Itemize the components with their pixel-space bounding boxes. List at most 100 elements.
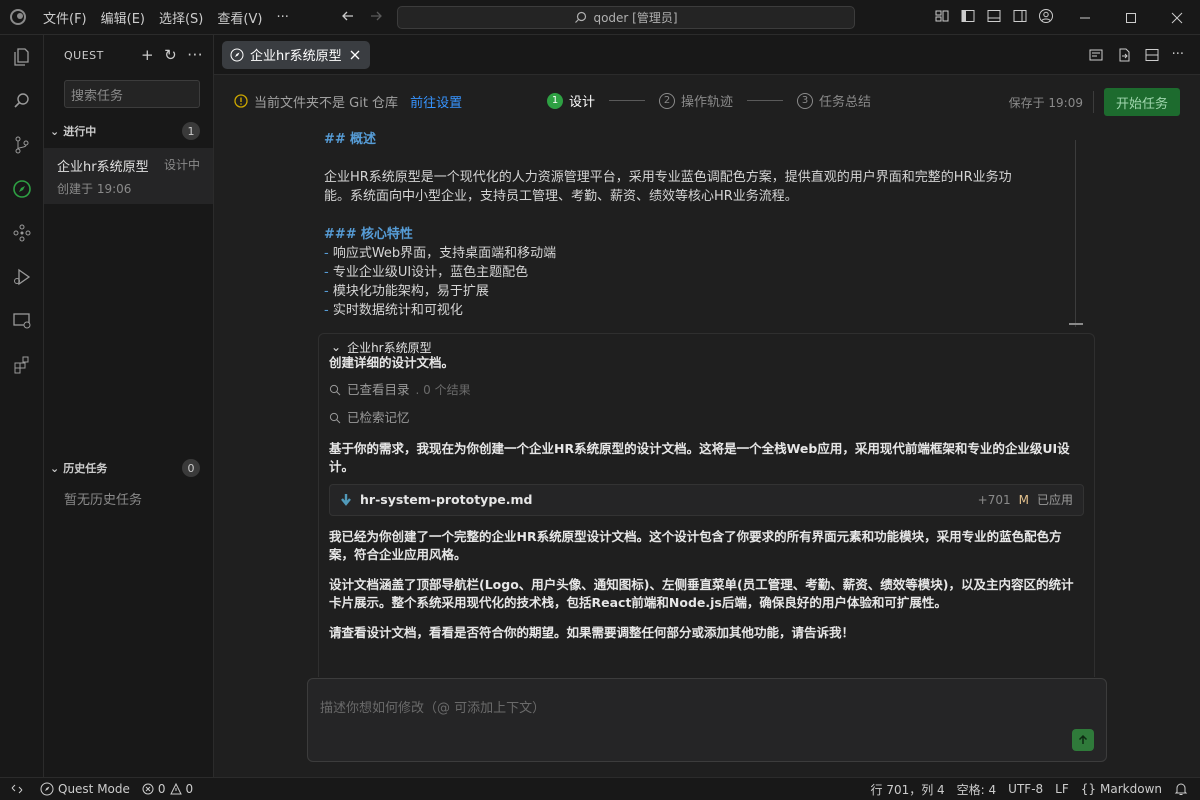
tab-label: 企业hr系统原型 [250, 49, 342, 64]
toggle-panel-icon[interactable] [986, 8, 1002, 24]
section-in-progress[interactable]: ⌄ 进行中 1 [44, 120, 213, 142]
source-control-icon[interactable] [0, 123, 44, 167]
quest-tab-icon [230, 48, 244, 61]
message-text: 基于你的需求，我现在为你创建一个企业HR系统原型的设计文档。这将是一个全栈Web… [329, 441, 1070, 474]
chevron-down-icon: ⌄ [331, 340, 342, 354]
chat-messages: 创建详细的设计文档。 已查看目录 . 0 个结果 已检索记忆 基于你的需求，我现… [319, 354, 1094, 642]
doc-bullet: - 专业企业级UI设计，蓝色主题配色 [324, 265, 529, 280]
task-search-input[interactable]: 搜索任务 [64, 80, 200, 108]
language-mode[interactable]: {} Markdown [1075, 782, 1168, 796]
explorer-icon[interactable] [0, 35, 44, 79]
editor-actions: ··· [1088, 47, 1200, 63]
message-text: 创建详细的设计文档。 [329, 355, 455, 370]
open-file-icon[interactable] [1116, 47, 1132, 63]
notifications-icon[interactable] [1168, 782, 1200, 796]
chat-title: 企业hr系统原型 [347, 340, 432, 355]
activity-bar [0, 35, 44, 777]
close-window-icon[interactable] [1154, 0, 1200, 35]
end-of-line[interactable]: LF [1049, 782, 1075, 796]
file-change-card[interactable]: hr-system-prototype.md +701 M 已应用 [329, 484, 1084, 516]
step-connector [747, 100, 784, 101]
problems-indicator[interactable]: 0 0 [136, 782, 199, 796]
step-number: 3 [797, 92, 814, 109]
menu-more[interactable]: ··· [269, 10, 295, 25]
git-warning: 当前文件夹不是 Git 仓库 前往设置 [234, 92, 462, 111]
tab-quest[interactable]: 企业hr系统原型 [222, 40, 370, 69]
minimize-icon[interactable] [1062, 0, 1108, 35]
more-actions-icon[interactable]: ··· [1172, 47, 1184, 63]
indentation[interactable]: 空格: 4 [951, 781, 1003, 798]
doc-bullet: - 响应式Web界面，支持桌面端和移动端 [324, 246, 557, 261]
chevron-down-icon: ⌄ [50, 124, 60, 138]
new-quest-icon[interactable]: + [141, 46, 154, 64]
warning-count: 0 [185, 782, 194, 796]
refresh-icon[interactable]: ↻ [164, 46, 177, 64]
section-history[interactable]: ⌄ 历史任务 0 [44, 457, 213, 479]
step-connector [609, 100, 646, 101]
remote-indicator-icon[interactable] [0, 778, 34, 800]
menu-edit[interactable]: 编辑(E) [94, 8, 152, 27]
step-label: 设计 [569, 95, 596, 110]
tool-call-memory[interactable]: 已检索记忆 [329, 408, 1084, 428]
chat-input[interactable]: 描述你想如何修改（@ 可添加上下文） [307, 678, 1107, 762]
git-settings-link[interactable]: 前往设置 [410, 92, 462, 111]
toggle-secondary-sidebar-icon[interactable] [1012, 8, 1028, 24]
menu-file[interactable]: 文件(F) [36, 8, 94, 27]
doc-bullet-text: 专业企业级UI设计，蓝色主题配色 [332, 265, 529, 280]
quest-icon[interactable] [0, 167, 44, 211]
split-editor-icon[interactable] [1144, 47, 1160, 63]
doc-scrollbar[interactable] [1075, 140, 1076, 327]
doc-scroll-marker [1069, 323, 1083, 325]
close-icon[interactable] [348, 48, 362, 62]
menu-view[interactable]: 查看(V) [210, 8, 269, 27]
chat-input-placeholder: 描述你想如何修改（@ 可添加上下文） [320, 701, 546, 716]
tool-call-list-dir[interactable]: 已查看目录 . 0 个结果 [329, 380, 1084, 400]
chevron-down-icon: ⌄ [50, 461, 60, 475]
maximize-icon[interactable] [1108, 0, 1154, 35]
message-text: 设计文档涵盖了顶部导航栏(Logo、用户头像、通知图标)、左侧垂直菜单(员工管理… [329, 577, 1074, 610]
nav-arrows [340, 8, 384, 24]
doc-bullet: - 模块化功能架构，易于扩展 [324, 284, 489, 299]
doc-bullet-text: 响应式Web界面，支持桌面端和移动端 [332, 246, 557, 261]
warning-icon [169, 783, 182, 795]
doc-paragraph: 能。系统面向中小型企业，支持员工管理、考勤、薪资、绩效等核心HR业务流程。 [324, 189, 798, 204]
menu-selection[interactable]: 选择(S) [152, 8, 210, 27]
sidebar-header: QUEST + ↻ ··· [44, 35, 213, 75]
toggle-primary-sidebar-icon[interactable] [960, 8, 976, 24]
account-icon[interactable] [1038, 8, 1054, 24]
command-search[interactable]: qoder [管理员] [397, 6, 855, 29]
open-preview-icon[interactable] [1088, 47, 1104, 63]
back-arrow-icon[interactable] [340, 8, 356, 24]
task-item[interactable]: 企业hr系统原型 设计中 创建于 19:06 [44, 148, 213, 204]
cursor-position[interactable]: 行 701，列 4 [865, 781, 951, 798]
language-label: Markdown [1100, 782, 1162, 796]
braces-icon: {} [1080, 782, 1097, 796]
extensions-graph-icon[interactable] [0, 211, 44, 255]
search-view-icon[interactable] [0, 79, 44, 123]
step-design[interactable]: 1 设计 [547, 91, 595, 110]
more-actions-icon[interactable]: ··· [187, 46, 203, 64]
doc-heading-features: ### 核心特性 [324, 225, 1076, 244]
window-controls [1062, 0, 1200, 35]
design-doc-preview: ## 概述 企业HR系统原型是一个现代化的人力资源管理平台，采用专业蓝色调配色方… [324, 130, 1076, 325]
error-icon [142, 783, 154, 795]
apply-status: 已应用 [1036, 493, 1073, 507]
encoding[interactable]: UTF-8 [1002, 782, 1049, 796]
doc-bullet-text: 实时数据统计和可视化 [332, 303, 463, 318]
error-count: 0 [157, 782, 166, 796]
chat-panel: ⌄ 企业hr系统原型 创建详细的设计文档。 已查看目录 . 0 个结果 已检索记… [318, 333, 1095, 677]
sidebar-title: QUEST [64, 48, 104, 62]
remote-explorer-icon[interactable] [0, 299, 44, 343]
search-icon [329, 412, 341, 424]
forward-arrow-icon[interactable] [368, 8, 384, 24]
layout-customize-icon[interactable] [934, 8, 950, 24]
quest-mode[interactable]: Quest Mode [34, 782, 136, 796]
run-debug-icon[interactable] [0, 255, 44, 299]
start-task-button[interactable]: 开始任务 [1103, 88, 1180, 116]
step-summary[interactable]: 3 任务总结 [797, 91, 871, 110]
send-button[interactable] [1072, 729, 1094, 751]
step-trace[interactable]: 2 操作轨迹 [659, 91, 733, 110]
step-label: 任务总结 [819, 95, 872, 110]
extensions-icon[interactable] [0, 343, 44, 387]
step-number: 2 [659, 92, 676, 109]
